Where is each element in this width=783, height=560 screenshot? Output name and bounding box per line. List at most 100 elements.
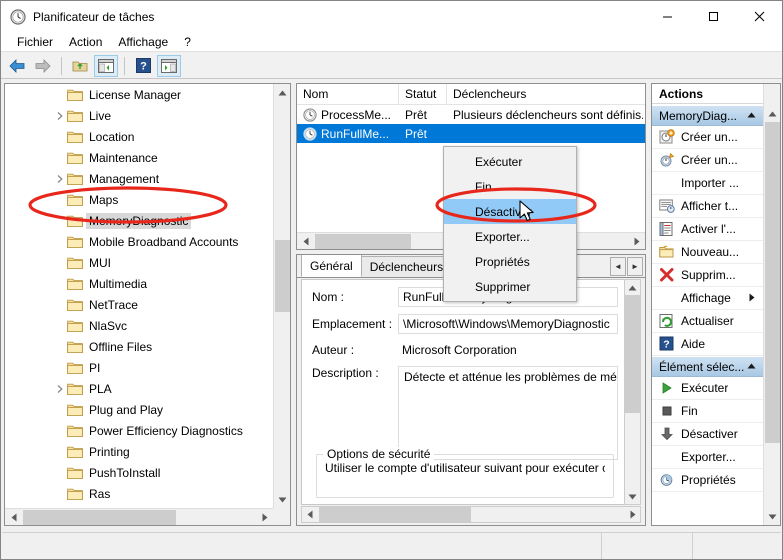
detail-scroll-thumb[interactable] <box>625 295 640 413</box>
tree-item-management[interactable]: Management <box>5 168 273 189</box>
detail-vertical-scrollbar[interactable] <box>624 279 641 505</box>
task-hscroll-thumb[interactable] <box>315 234 411 249</box>
action-item-supprim-[interactable]: Supprim... <box>652 264 763 287</box>
context-menu-item-supprimer[interactable]: Supprimer <box>444 274 576 299</box>
detail-hscroll-right-icon[interactable] <box>625 507 640 522</box>
action-item-ex-cuter[interactable]: Exécuter <box>652 377 763 400</box>
forward-arrow-icon[interactable] <box>31 55 55 77</box>
action-item-cr-er-un-[interactable]: Créer un... <box>652 126 763 149</box>
tab-declencheurs[interactable]: Déclencheurs <box>360 256 453 277</box>
tree-item-pla[interactable]: PLA <box>5 378 273 399</box>
tree-item-ras[interactable]: Ras <box>5 483 273 504</box>
tab-scroll-right-button[interactable]: ► <box>627 257 643 276</box>
tree-item-memorydiagnostic[interactable]: MemoryDiagnostic <box>5 210 273 231</box>
chevron-right-icon[interactable] <box>55 173 65 183</box>
task-row[interactable]: RunFullMe... Prêt <box>297 124 645 143</box>
tree-item-nettrace[interactable]: NetTrace <box>5 294 273 315</box>
minimize-button[interactable] <box>644 1 690 32</box>
context-menu-item-fin[interactable]: Fin <box>444 174 576 199</box>
action-item-activer-l-[interactable]: Activer l'... <box>652 218 763 241</box>
tree-item-mui[interactable]: MUI <box>5 252 273 273</box>
scroll-up-icon[interactable] <box>274 84 290 101</box>
menu-affichage[interactable]: Affichage <box>110 33 176 51</box>
action-item-actualiser[interactable]: Actualiser <box>652 310 763 333</box>
actions-group-header[interactable]: MemoryDiag... <box>652 105 763 126</box>
tree-item-pi[interactable]: PI <box>5 357 273 378</box>
scroll-right-icon[interactable] <box>256 509 273 525</box>
action-item-d-sactiver[interactable]: Désactiver <box>652 423 763 446</box>
tree-horizontal-scrollbar[interactable] <box>5 508 273 525</box>
chevron-up-icon[interactable] <box>747 362 756 371</box>
tree-item-power-efficiency-diagnostics[interactable]: Power Efficiency Diagnostics <box>5 420 273 441</box>
tree-item-label: Maps <box>89 192 119 207</box>
detail-horizontal-scrollbar[interactable] <box>301 506 641 523</box>
tree-item-offline-files[interactable]: Offline Files <box>5 336 273 357</box>
action-item-nouveau-[interactable]: Nouveau... <box>652 241 763 264</box>
task-context-menu[interactable]: Exécuter Fin Désactiver Exporter... Propriét… <box>443 146 577 302</box>
field-value-description[interactable]: Détecte et atténue les problèmes de mém <box>398 366 618 460</box>
scroll-down-icon[interactable] <box>274 491 290 508</box>
task-scroll-left-icon[interactable] <box>297 233 314 249</box>
action-item-afficher-t-[interactable]: Afficher t... <box>652 195 763 218</box>
tree-item-maintenance[interactable]: Maintenance <box>5 147 273 168</box>
actions-scroll-thumb[interactable] <box>765 122 780 443</box>
tree-scroll-corner <box>273 508 290 525</box>
menu-help[interactable]: ? <box>176 33 199 51</box>
tab-scroll-left-button[interactable]: ◄ <box>610 257 626 276</box>
tree-vertical-scrollbar[interactable] <box>273 84 290 508</box>
maximize-button[interactable] <box>690 1 736 32</box>
action-item-exporter-[interactable]: Exporter... <box>652 446 763 469</box>
tree-item-printing[interactable]: Printing <box>5 441 273 462</box>
field-value-emplacement[interactable]: \Microsoft\Windows\MemoryDiagnostic <box>398 314 618 334</box>
tree-item-license-manager[interactable]: License Manager <box>5 84 273 105</box>
action-item-propri-t-s[interactable]: Propriétés <box>652 469 763 492</box>
column-header-nom[interactable]: Nom <box>297 84 399 104</box>
tree-item-maps[interactable]: Maps <box>5 189 273 210</box>
tab-general[interactable]: Général <box>301 255 362 277</box>
action-item-affichage[interactable]: Affichage <box>652 287 763 310</box>
close-button[interactable] <box>736 1 782 32</box>
context-menu-item-propri-t-s[interactable]: Propriétés <box>444 249 576 274</box>
chevron-up-icon[interactable] <box>747 111 756 120</box>
context-menu-item-exporter-[interactable]: Exporter... <box>444 224 576 249</box>
task-scroll-right-icon[interactable] <box>628 233 645 249</box>
console-tree[interactable]: License Manager Live Location Maintenance Ma… <box>5 84 273 508</box>
detail-hscroll-left-icon[interactable] <box>302 507 317 522</box>
help-icon[interactable]: ? <box>131 55 155 77</box>
tree-item-pushtoinstall[interactable]: PushToInstall <box>5 462 273 483</box>
chevron-right-icon[interactable] <box>55 383 65 393</box>
action-item-importer-[interactable]: Importer ... <box>652 172 763 195</box>
column-header-declencheurs[interactable]: Déclencheurs <box>447 84 643 104</box>
scroll-left-icon[interactable] <box>5 509 22 525</box>
tree-scroll-thumb[interactable] <box>275 240 290 312</box>
actions-scroll-down-icon[interactable] <box>764 508 780 525</box>
actions-vertical-scrollbar[interactable] <box>763 84 780 525</box>
detail-scroll-down-icon[interactable] <box>625 489 640 504</box>
context-menu-item-ex-cuter[interactable]: Exécuter <box>444 149 576 174</box>
up-folder-icon[interactable] <box>68 55 92 77</box>
back-arrow-icon[interactable] <box>5 55 29 77</box>
action-item-fin[interactable]: Fin <box>652 400 763 423</box>
actions-scroll-up-icon[interactable] <box>764 105 780 122</box>
tree-item-live[interactable]: Live <box>5 105 273 126</box>
tree-item-multimedia[interactable]: Multimedia <box>5 273 273 294</box>
tree-item-mobile-broadband-accounts[interactable]: Mobile Broadband Accounts <box>5 231 273 252</box>
tree-item-location[interactable]: Location <box>5 126 273 147</box>
task-row[interactable]: ProcessMe... Prêt Plusieurs déclencheurs s… <box>297 105 645 124</box>
tree-item-nlasvc[interactable]: NlaSvc <box>5 315 273 336</box>
detail-hscroll-thumb[interactable] <box>319 507 471 522</box>
tree-hscroll-thumb[interactable] <box>23 510 176 525</box>
actions-group-header[interactable]: Élément sélec... <box>652 356 763 377</box>
tree-item-plug-and-play[interactable]: Plug and Play <box>5 399 273 420</box>
detail-scroll-up-icon[interactable] <box>625 280 640 295</box>
chevron-right-icon[interactable] <box>55 110 65 120</box>
menu-fichier[interactable]: Fichier <box>9 33 61 51</box>
show-hide-console-tree-icon[interactable] <box>94 54 118 77</box>
column-header-statut[interactable]: Statut <box>399 84 447 104</box>
context-menu-item-d-sactiver[interactable]: Désactiver <box>444 199 576 224</box>
show-hide-action-pane-icon[interactable] <box>157 54 181 77</box>
action-item-cr-er-un-[interactable]: Créer un... <box>652 149 763 172</box>
folder-icon <box>67 88 83 102</box>
action-item-aide[interactable]: ? Aide <box>652 333 763 356</box>
menu-action[interactable]: Action <box>61 33 110 51</box>
